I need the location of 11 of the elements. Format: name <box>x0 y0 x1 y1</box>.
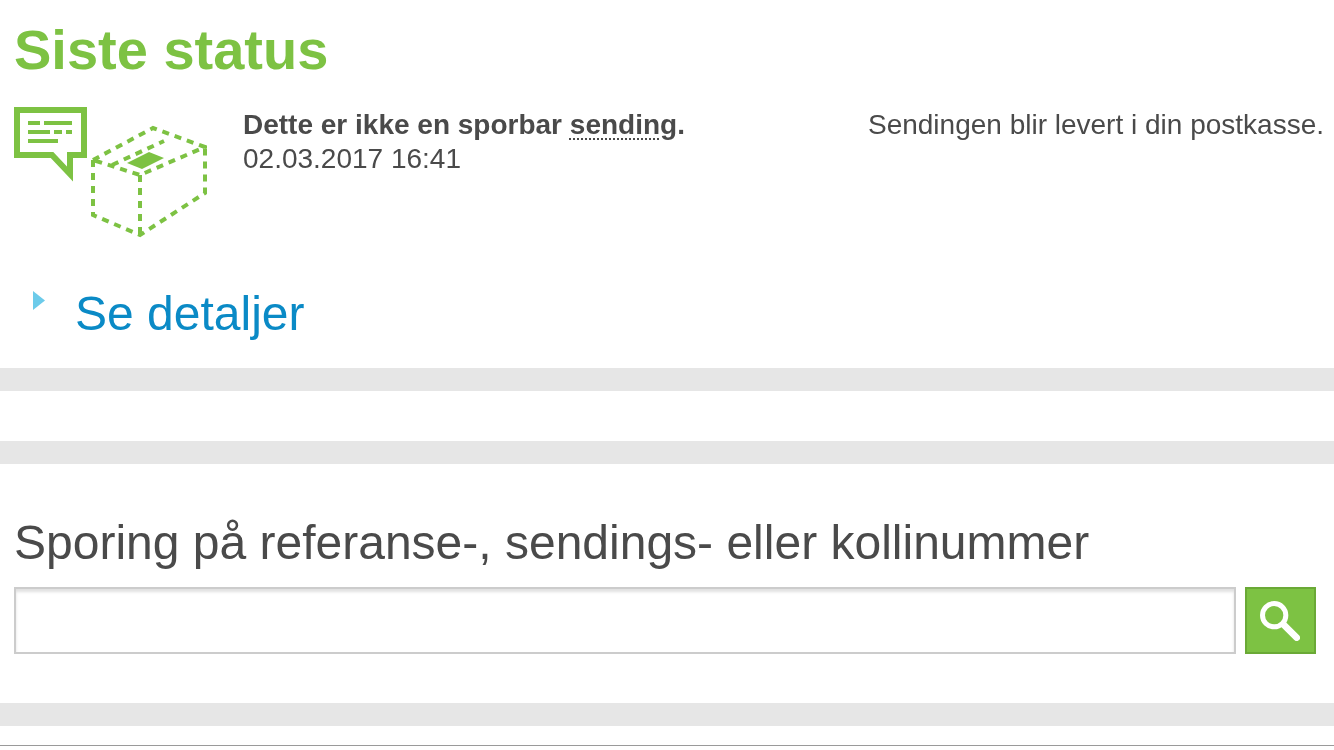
tracking-heading: Sporing på referanse-, sendings- eller kollinummer <box>14 515 1090 571</box>
glossary-term[interactable]: sending <box>569 109 678 140</box>
details-link[interactable]: Se detaljer <box>75 285 305 343</box>
status-timestamp: 02.03.2017 16:41 <box>243 142 461 176</box>
message-bubble-and-dashed-box-icon <box>14 107 207 238</box>
status-message: Dette er ikke en sporbar sending. <box>243 108 685 142</box>
search-button[interactable] <box>1244 587 1316 654</box>
search-icon <box>1260 600 1301 641</box>
delivery-note: Sendingen blir levert i din postkasse. <box>867 108 1324 142</box>
section-title: Siste status <box>14 17 329 83</box>
search-field[interactable] <box>14 587 1236 654</box>
